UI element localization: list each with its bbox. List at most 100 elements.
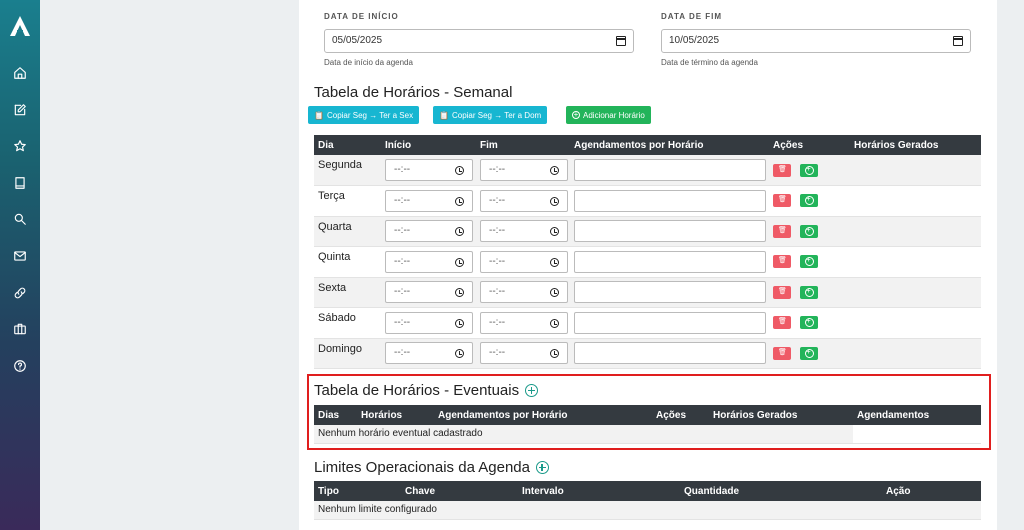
add-button[interactable]	[800, 163, 818, 177]
add-time-label: Adicionar Horário	[583, 110, 645, 120]
slots-input[interactable]	[574, 250, 766, 273]
generated-times-cell	[850, 307, 981, 339]
table-row: Domingo --:-- --:--	[314, 338, 981, 369]
table-row: Sexta --:-- --:--	[314, 277, 981, 308]
add-button[interactable]	[800, 285, 818, 299]
sidebar	[0, 0, 40, 530]
generated-times-cell	[850, 155, 981, 186]
delete-button[interactable]	[773, 346, 791, 360]
start-time-input[interactable]: --:--	[385, 220, 473, 243]
add-limit-icon[interactable]	[535, 461, 549, 474]
star-icon[interactable]	[11, 137, 29, 155]
clock-icon	[550, 349, 559, 359]
end-date-input[interactable]: 10/05/2025	[661, 29, 971, 53]
calendar-icon[interactable]	[953, 36, 963, 46]
add-button[interactable]	[800, 255, 818, 269]
eventual-table: Dias Horários Agendamentos por Horário A…	[314, 405, 981, 444]
end-time-input[interactable]: --:--	[480, 220, 568, 243]
link-icon[interactable]	[11, 284, 29, 302]
help-icon[interactable]	[11, 357, 29, 375]
weekly-table: Dia Início Fim Agendamentos por Horário …	[314, 135, 981, 369]
col-header-end: Fim	[476, 135, 570, 155]
slots-input[interactable]	[574, 342, 766, 365]
start-time-input[interactable]: --:--	[385, 311, 473, 334]
day-name: Terça	[314, 185, 381, 217]
edit-icon[interactable]	[11, 101, 29, 119]
copy-mon-fri-button[interactable]: 📋 Copiar Seg → Ter a Sex	[308, 106, 420, 124]
delete-button[interactable]	[773, 163, 791, 177]
mail-icon[interactable]	[11, 247, 29, 265]
slots-input[interactable]	[574, 311, 766, 334]
search-icon[interactable]	[11, 210, 29, 228]
time-placeholder: --:--	[394, 194, 411, 206]
add-button[interactable]	[800, 346, 818, 360]
clock-icon	[455, 349, 464, 359]
delete-button[interactable]	[773, 285, 791, 299]
delete-button[interactable]	[773, 194, 791, 208]
start-time-input[interactable]: --:--	[385, 189, 473, 212]
limits-table: Tipo Chave Intervalo Quantidade Ação Nen…	[314, 481, 981, 520]
add-eventual-icon[interactable]	[525, 384, 539, 397]
slots-input[interactable]	[574, 159, 766, 181]
add-button[interactable]	[800, 194, 818, 208]
clock-icon	[550, 288, 559, 298]
table-row: Terça --:-- --:--	[314, 185, 981, 217]
add-button[interactable]	[800, 224, 818, 238]
end-time-input[interactable]: --:--	[480, 281, 568, 304]
day-name: Quarta	[314, 216, 381, 247]
slots-input[interactable]	[574, 189, 766, 212]
table-row: Sábado --:-- --:--	[314, 307, 981, 339]
end-time-input[interactable]: --:--	[480, 250, 568, 273]
col-header-times: Horários	[357, 405, 434, 425]
briefcase-icon[interactable]	[11, 320, 29, 338]
start-date-input[interactable]: 05/05/2025	[324, 29, 634, 53]
table-row: Segunda --:-- --:--	[314, 155, 981, 186]
time-placeholder: --:--	[489, 194, 506, 206]
empty-row: Nenhum limite configurado	[314, 501, 981, 520]
add-time-button[interactable]: + Adicionar Horário	[566, 106, 651, 124]
col-header-slots: Agendamentos por Horário	[434, 405, 652, 425]
delete-button[interactable]	[773, 255, 791, 269]
copy-mon-sun-label: Copiar Seg → Ter a Dom	[451, 110, 542, 120]
end-time-input[interactable]: --:--	[480, 189, 568, 212]
slots-input[interactable]	[574, 281, 766, 304]
col-header-appointments: Agendamentos	[853, 405, 981, 425]
end-time-input[interactable]: --:--	[480, 342, 568, 365]
end-time-input[interactable]: --:--	[480, 159, 568, 181]
col-header-start: Início	[381, 135, 476, 155]
brand-logo[interactable]	[8, 14, 32, 38]
col-header-actions: Ações	[769, 135, 850, 155]
weekly-title: Tabela de Horários - Semanal	[314, 84, 512, 101]
clock-icon	[550, 318, 559, 328]
day-name: Domingo	[314, 338, 381, 369]
book-icon[interactable]	[11, 174, 29, 192]
col-header-slots: Agendamentos por Horário	[570, 135, 769, 155]
home-icon[interactable]	[11, 64, 29, 82]
start-time-input[interactable]: --:--	[385, 342, 473, 365]
weekly-title-text: Tabela de Horários - Semanal	[314, 84, 513, 101]
end-date-help: Data de término da agenda	[661, 58, 758, 67]
slots-input[interactable]	[574, 220, 766, 243]
clock-icon	[455, 257, 464, 267]
time-placeholder: --:--	[489, 286, 506, 298]
col-header-quantity: Quantidade	[680, 481, 882, 501]
table-row: Quinta --:-- --:--	[314, 246, 981, 278]
col-header-type: Tipo	[314, 481, 401, 501]
start-time-input[interactable]: --:--	[385, 159, 473, 181]
add-button[interactable]	[800, 316, 818, 330]
start-time-input[interactable]: --:--	[385, 281, 473, 304]
copy-mon-sun-button[interactable]: 📋 Copiar Seg → Ter a Dom	[433, 106, 548, 124]
delete-button[interactable]	[773, 316, 791, 330]
time-placeholder: --:--	[489, 225, 506, 237]
weekly-header-row: Dia Início Fim Agendamentos por Horário …	[314, 135, 981, 155]
col-header-actions: Ações	[652, 405, 709, 425]
start-time-input[interactable]: --:--	[385, 250, 473, 273]
clock-icon	[455, 196, 464, 206]
end-date-label: DATA DE FIM	[661, 12, 723, 21]
col-header-interval: Intervalo	[518, 481, 680, 501]
end-time-input[interactable]: --:--	[480, 311, 568, 334]
calendar-icon[interactable]	[616, 36, 626, 46]
time-placeholder: --:--	[394, 316, 411, 328]
col-header-key: Chave	[401, 481, 518, 501]
delete-button[interactable]	[773, 224, 791, 238]
